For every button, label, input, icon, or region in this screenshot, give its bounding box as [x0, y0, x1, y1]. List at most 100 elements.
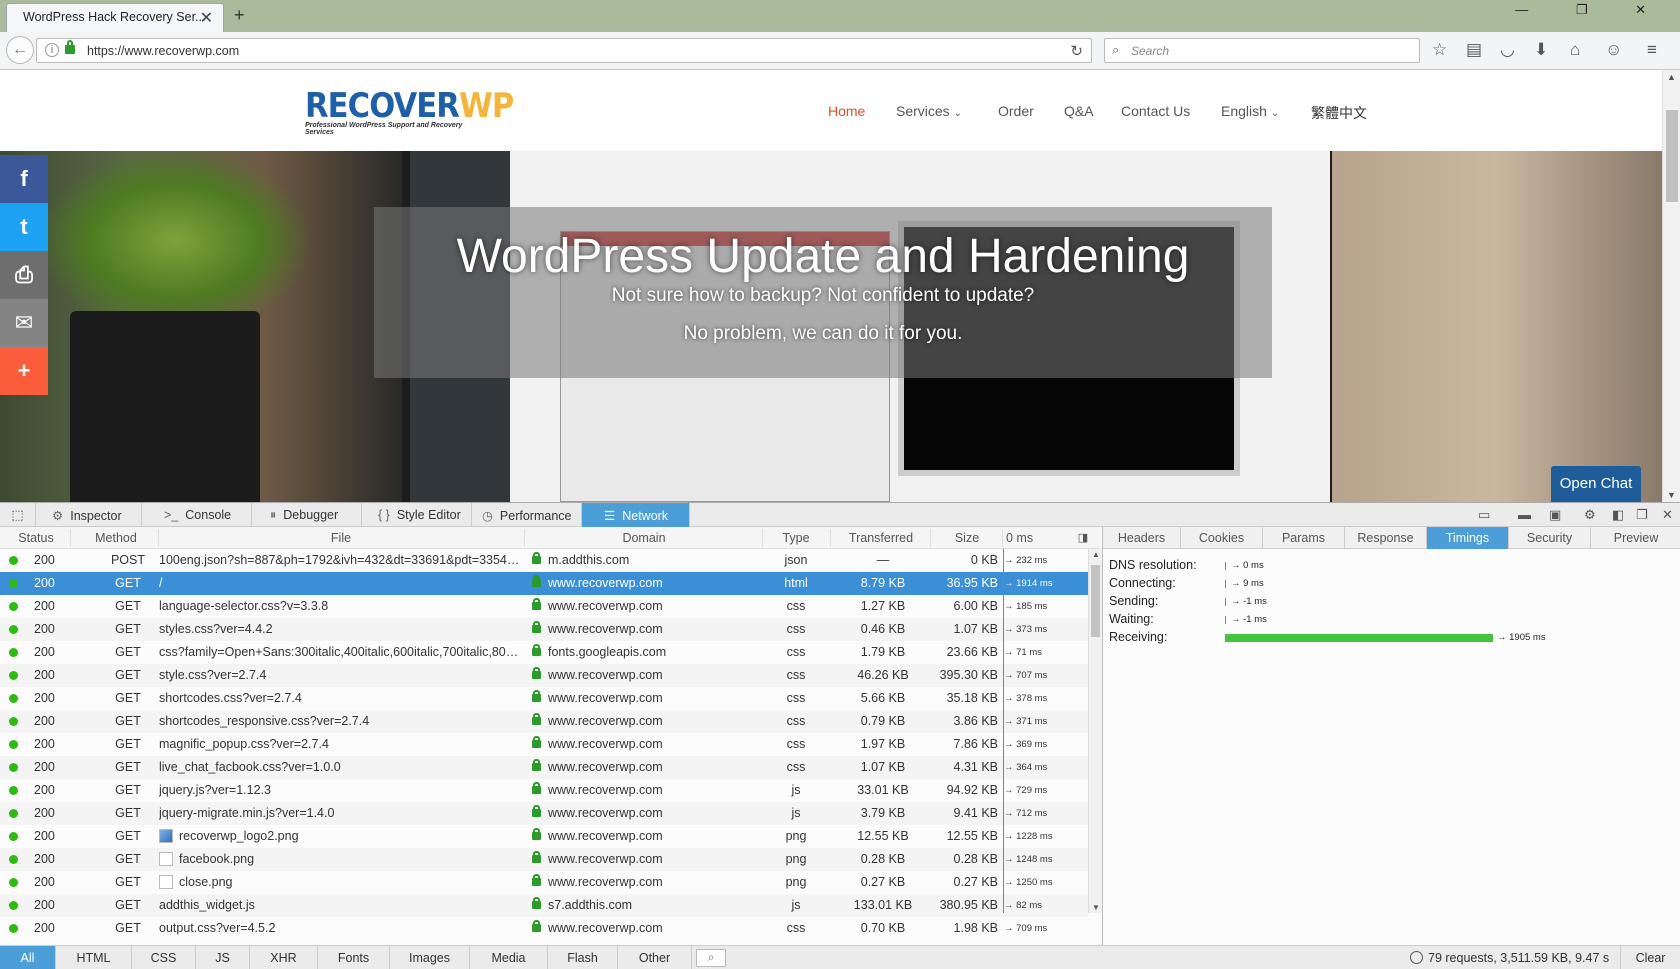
scroll-up-icon[interactable]: ▲	[1092, 550, 1100, 559]
clear-button[interactable]: Clear	[1620, 946, 1680, 969]
open-chat-button[interactable]: Open Chat	[1551, 466, 1641, 502]
table-row[interactable]: 200 GET style.css?ver=2.7.4 www.recoverwp.c…	[0, 664, 1088, 687]
tab-console[interactable]: >_ Console	[142, 503, 252, 527]
network-summary[interactable]: 79 requests, 3,511.59 KB, 9.47 s	[1428, 951, 1609, 965]
table-row[interactable]: 200 GET live_chat_facbook.css?ver=1.0.0 www…	[0, 756, 1088, 779]
tab-performance[interactable]: ◷ Performance	[472, 503, 582, 527]
table-row[interactable]: 200 GET shortcodes.css?ver=2.7.4 www.recove…	[0, 687, 1088, 710]
table-row[interactable]: 200 GET / www.recoverwp.com html 8.79 KB 36.95…	[0, 572, 1088, 595]
undock-icon[interactable]: ❐	[1636, 507, 1648, 523]
filter-html[interactable]: HTML	[56, 946, 132, 969]
download-icon[interactable]: ⬇	[1534, 40, 1548, 60]
col-transferred[interactable]: Transferred	[832, 531, 930, 545]
scrollbar-thumb[interactable]	[1666, 110, 1678, 202]
table-row[interactable]: 200 GET jquery.js?ver=1.12.3 www.recoverwp.…	[0, 779, 1088, 802]
col-domain[interactable]: Domain	[526, 531, 762, 545]
nav-contact[interactable]: Contact Us	[1121, 103, 1190, 119]
tab-timings[interactable]: Timings	[1427, 527, 1509, 549]
responsive-icon[interactable]: ▬	[1518, 507, 1531, 522]
table-row[interactable]: 200 GET magnific_popup.css?ver=2.7.4 www.re…	[0, 733, 1088, 756]
col-waterfall[interactable]: 0 ms	[1006, 531, 1046, 545]
table-row[interactable]: 200 POST 100eng.json?sh=887&ph=1792&ivh=43…	[0, 549, 1088, 572]
col-file[interactable]: File	[160, 531, 522, 545]
search-input[interactable]: ⌕ Search	[1104, 38, 1420, 63]
menu-icon[interactable]: ≡	[1647, 40, 1657, 60]
tab-response[interactable]: Response	[1345, 527, 1427, 549]
filter-fonts[interactable]: Fonts	[318, 946, 390, 969]
nav-chinese[interactable]: 繁體中文	[1311, 103, 1367, 123]
table-row[interactable]: 200 GET css?family=Open+Sans:300italic,400…	[0, 641, 1088, 664]
screenshot-icon[interactable]: ▣	[1549, 507, 1561, 523]
tab-close-icon[interactable]: ✕	[200, 8, 213, 28]
lock-icon	[532, 874, 541, 886]
home-icon[interactable]: ⌂	[1570, 40, 1580, 60]
scroll-up-icon[interactable]: ▲	[1667, 72, 1676, 82]
table-row[interactable]: 200 GET recoverwp_logo2.png www.recoverwp.c…	[0, 825, 1088, 848]
settings-gear-icon[interactable]: ⚙	[1584, 507, 1596, 523]
dock-side-icon[interactable]: ◧	[1612, 507, 1624, 523]
browser-tab[interactable]: WordPress Hack Recovery Ser... ✕	[6, 3, 224, 32]
tab-preview[interactable]: Preview	[1591, 527, 1680, 549]
bookmark-star-icon[interactable]: ☆	[1432, 40, 1447, 60]
filter-css[interactable]: CSS	[132, 946, 196, 969]
more-share-icon[interactable]: +	[0, 347, 48, 395]
table-row[interactable]: 200 GET styles.css?ver=4.4.2 www.recoverwp.…	[0, 618, 1088, 641]
tab-style-editor[interactable]: { } Style Editor	[362, 503, 472, 527]
facebook-icon[interactable]: f	[0, 155, 48, 203]
tab-params[interactable]: Params	[1263, 527, 1345, 549]
site-logo[interactable]: RECOVERWP Professional WordPress Support…	[305, 88, 514, 138]
table-row[interactable]: 200 GET jquery-migrate.min.js?ver=1.4.0 www…	[0, 802, 1088, 825]
network-list-scrollbar[interactable]: ▲ ▼	[1088, 549, 1102, 913]
table-row[interactable]: 200 GET output.css?ver=4.5.2 www.recoverwp.…	[0, 917, 1088, 940]
tab-inspector[interactable]: ⚙ Inspector	[36, 503, 142, 527]
nav-english[interactable]: English ⌄	[1221, 103, 1279, 119]
reading-list-icon[interactable]: ▤	[1466, 40, 1482, 60]
twitter-icon[interactable]: t	[0, 203, 48, 251]
print-icon[interactable]: ⎙	[0, 251, 48, 299]
filter-other[interactable]: Other	[618, 946, 692, 969]
nav-qa[interactable]: Q&A	[1064, 103, 1094, 119]
timing-label: Waiting:	[1109, 612, 1154, 626]
table-row[interactable]: 200 GET addthis_widget.js s7.addthis.com js 1…	[0, 894, 1088, 917]
tab-debugger[interactable]: ⏸ Debugger	[252, 503, 362, 527]
filter-flash[interactable]: Flash	[548, 946, 618, 969]
col-size[interactable]: Size	[932, 531, 1002, 545]
table-row[interactable]: 200 GET close.png www.recoverwp.com png 0.27 …	[0, 871, 1088, 894]
reload-icon[interactable]: ↻	[1070, 42, 1083, 60]
scroll-down-icon[interactable]: ▼	[1667, 490, 1676, 500]
tab-cookies[interactable]: Cookies	[1181, 527, 1263, 549]
tab-headers[interactable]: Headers	[1103, 527, 1181, 549]
filter-images[interactable]: Images	[390, 946, 470, 969]
nav-services[interactable]: Services ⌄	[896, 103, 962, 119]
col-type[interactable]: Type	[764, 531, 828, 545]
tab-security[interactable]: Security	[1509, 527, 1591, 549]
element-picker-icon[interactable]: ⬚	[0, 503, 36, 527]
chat-icon[interactable]: ☺	[1605, 40, 1622, 60]
url-bar[interactable]: i https://www.recoverwp.com ↻	[36, 38, 1092, 63]
close-devtools-icon[interactable]: ✕	[1662, 507, 1673, 523]
nav-home[interactable]: Home	[828, 103, 865, 119]
tab-network[interactable]: ☰ Network	[582, 503, 690, 527]
nav-order[interactable]: Order	[998, 103, 1034, 119]
filter-media[interactable]: Media	[470, 946, 548, 969]
table-row[interactable]: 200 GET facebook.png www.recoverwp.com png 0.…	[0, 848, 1088, 871]
scroll-down-icon[interactable]: ▼	[1092, 903, 1100, 912]
window-controls[interactable]: — ❐ ✕	[1515, 2, 1668, 18]
email-icon[interactable]: ✉	[0, 299, 48, 347]
filter-all[interactable]: All	[0, 946, 56, 969]
back-icon[interactable]: ←	[6, 36, 34, 64]
col-method[interactable]: Method	[76, 531, 156, 545]
toggle-sidebar-icon[interactable]: ◨	[1076, 531, 1090, 544]
filter-js[interactable]: JS	[196, 946, 250, 969]
table-row[interactable]: 200 GET language-selector.css?v=3.3.8 www.r…	[0, 595, 1088, 618]
scrollbar-thumb[interactable]	[1091, 565, 1100, 637]
page-scrollbar[interactable]: ▲ ▼	[1662, 70, 1680, 502]
pocket-icon[interactable]: ◡	[1500, 40, 1515, 60]
new-tab-button[interactable]: +	[234, 5, 245, 26]
col-status[interactable]: Status	[8, 531, 64, 545]
table-row[interactable]: 200 GET shortcodes_responsive.css?ver=2.7.…	[0, 710, 1088, 733]
info-icon[interactable]: i	[45, 43, 59, 57]
filter-xhr[interactable]: XHR	[250, 946, 318, 969]
layout-icon[interactable]: ▭	[1478, 507, 1490, 523]
filter-search-icon[interactable]: ⌕	[696, 949, 726, 967]
